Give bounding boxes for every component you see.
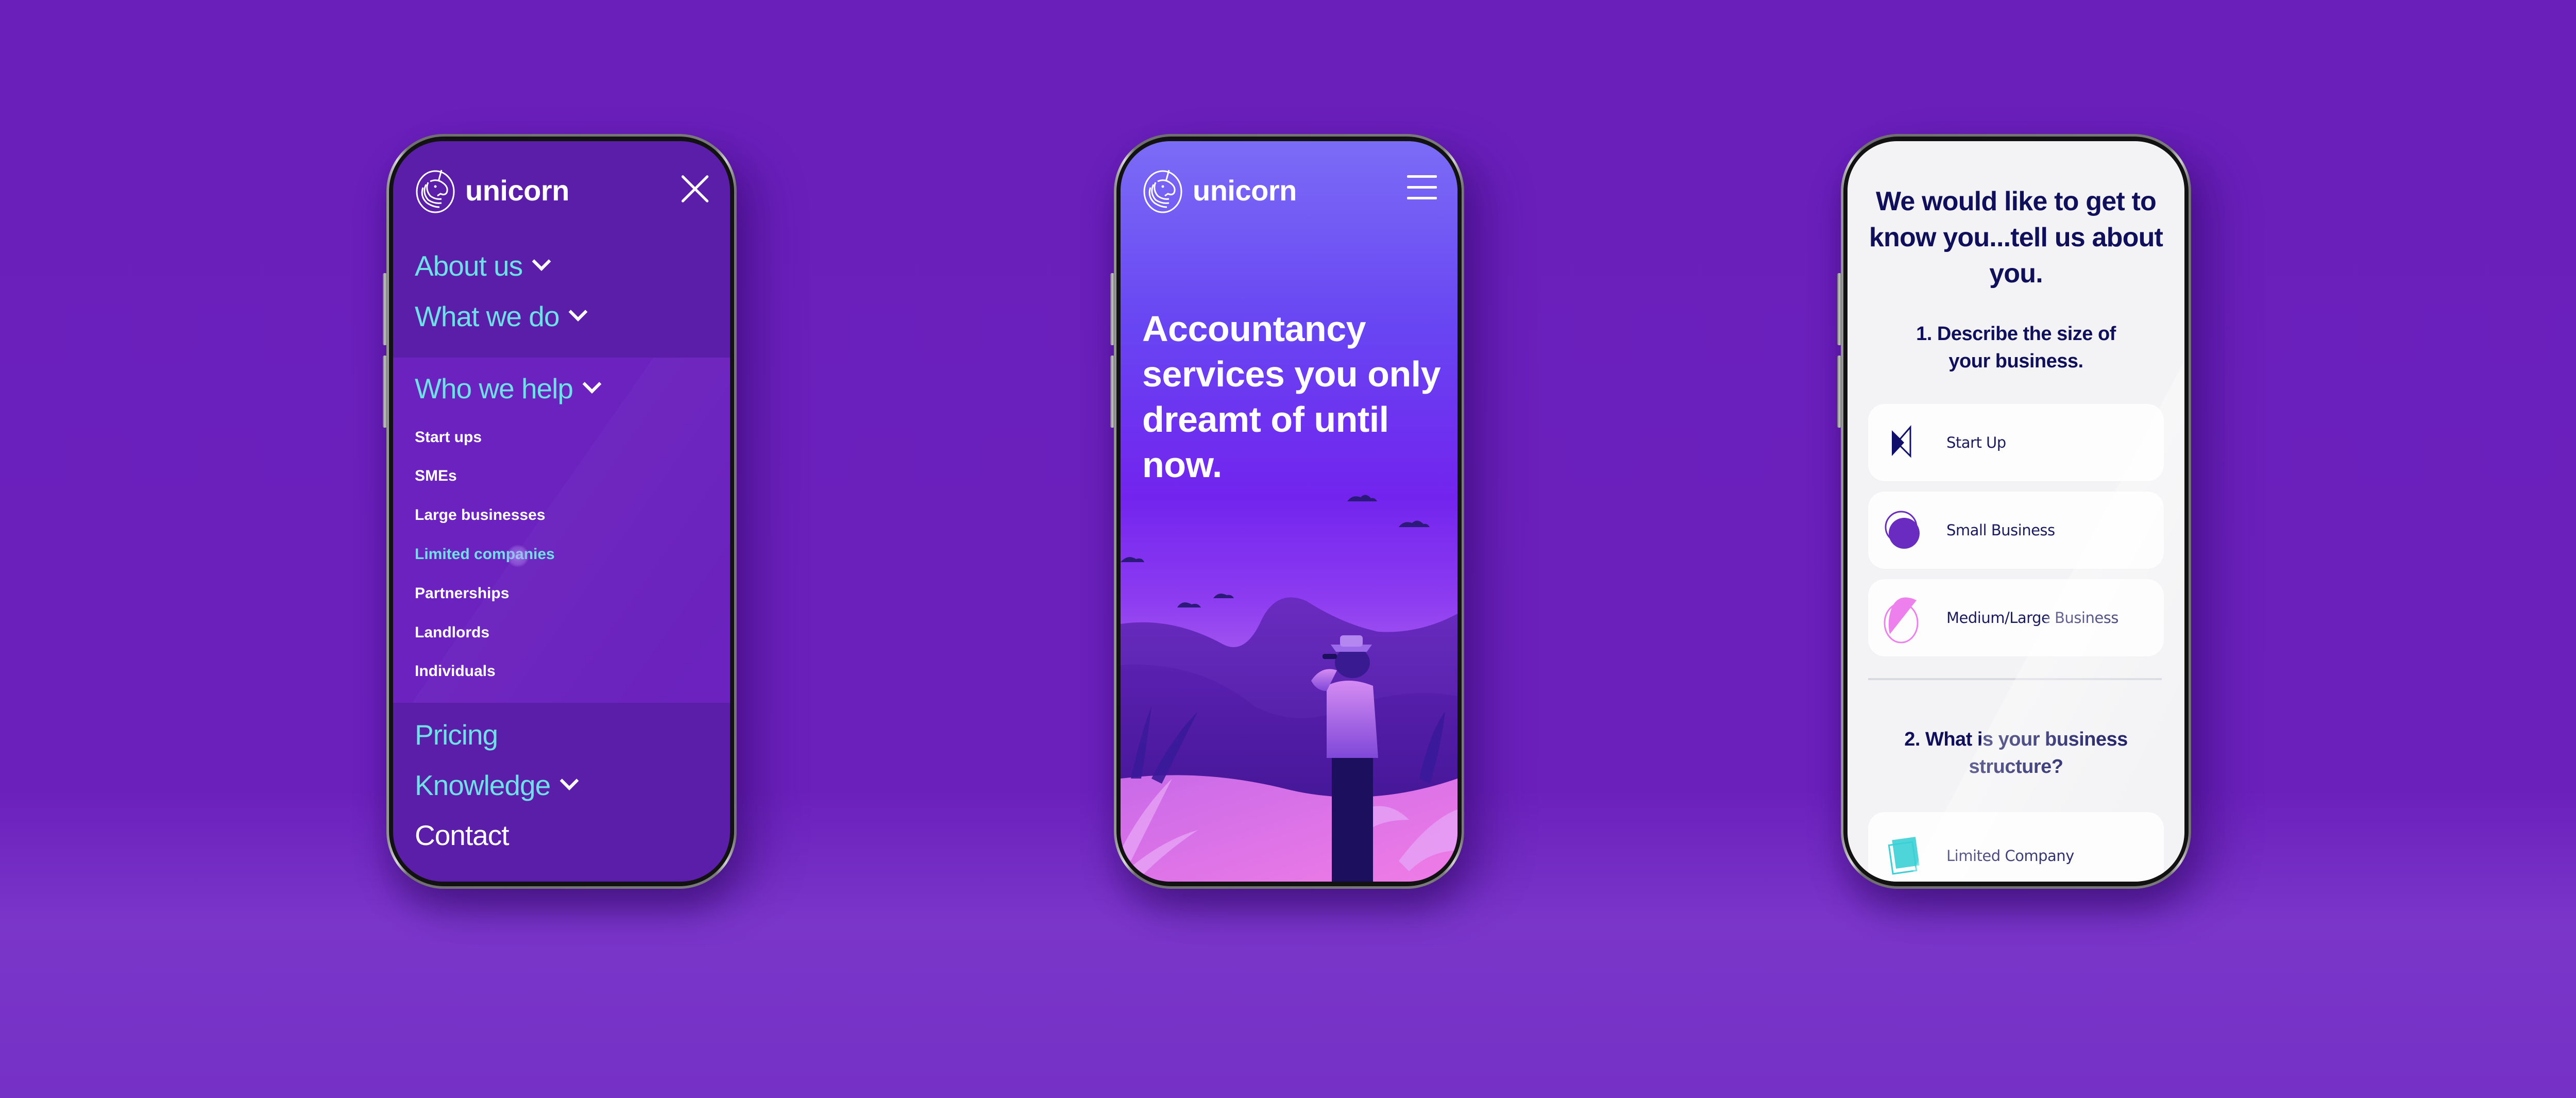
submenu-start-ups[interactable]: Start ups [415,429,482,446]
nav-label: Knowledge [415,769,551,801]
option-label: Start Up [1946,434,2006,451]
side-button [1110,273,1114,345]
menu-button[interactable] [1407,175,1437,200]
hero-illustration [1121,495,1458,882]
chevron-down-icon [560,771,579,790]
nav-what-we-do[interactable]: What we do [415,300,588,333]
hero-headline: Accountancy services you only dreamt of … [1142,309,1441,485]
nav-pricing[interactable]: Pricing [415,718,498,751]
option-limited-company[interactable]: Limited Company [1868,812,2164,882]
section-divider [1868,678,2162,680]
menu-screen: unicorn About us What we do Who we help … [393,141,730,882]
who-we-help-section: Who we help Start ups SMEs Large busines… [393,358,730,703]
close-menu-button[interactable] [680,173,710,204]
submenu-smes[interactable]: SMEs [415,467,457,485]
chevron-down-icon [532,252,551,271]
side-button [1110,356,1114,428]
option-label: Limited Company [1946,847,2074,865]
tap-indicator [506,545,529,567]
hamburger-icon [1407,197,1437,199]
option-label: Small Business [1946,521,2055,539]
nav-label: Contact [415,819,510,851]
option-medium-large-business[interactable]: Medium/Large Business [1868,579,2164,656]
phone-menu-mockup: unicorn About us What we do Who we help … [383,134,737,889]
nav-label: Pricing [415,719,498,751]
stacked-squares-icon [1888,837,1920,875]
question-1-title: 1. Describe the size of your business. [1916,323,2116,372]
submenu-partnerships[interactable]: Partnerships [415,585,509,602]
nav-label: Who we help [415,373,573,404]
question-2-title: 2. What is your business structure? [1904,729,2128,778]
submenu-landlords[interactable]: Landlords [415,624,489,641]
chevron-down-icon [582,375,602,394]
hero-screen: unicorn Accountancy services you only dr… [1121,141,1458,882]
cloud-icon [1121,495,1430,607]
overlapping-circles-icon [1885,511,1920,549]
bowtie-triangle-icon [1892,425,1911,458]
option-start-up[interactable]: Start Up [1868,404,2164,481]
half-circle-icon [1884,597,1919,644]
nav-who-we-help[interactable]: Who we help [415,372,602,405]
brand-logo[interactable]: unicorn [415,166,569,214]
submenu-large-businesses[interactable]: Large businesses [415,506,545,524]
phone-form-mockup: We would like to get to know you...tell … [1837,134,2191,889]
side-button [1837,273,1841,345]
hamburger-icon [1407,175,1437,178]
side-button [1837,356,1841,428]
nav-label: What we do [415,300,560,332]
submenu-individuals[interactable]: Individuals [415,663,496,680]
hamburger-icon [1407,186,1437,189]
chevron-down-icon [569,302,588,322]
nav-about-us[interactable]: About us [415,249,551,282]
nav-label: About us [415,250,523,282]
unicorn-logo-icon [1143,170,1182,213]
phone-hero-mockup: unicorn Accountancy services you only dr… [1110,134,1464,889]
submenu-limited-companies[interactable]: Limited companies [415,546,555,563]
brand-wordmark: unicorn [465,174,569,207]
side-button [383,273,387,345]
form-screen: We would like to get to know you...tell … [1848,141,2184,882]
form-title: We would like to get to know you...tell … [1869,187,2163,289]
side-button [383,356,387,428]
option-small-business[interactable]: Small Business [1868,492,2164,569]
nav-knowledge[interactable]: Knowledge [415,769,579,802]
brand-wordmark: unicorn [1193,174,1297,207]
brand-logo[interactable]: unicorn [1142,166,1297,214]
option-label: Medium/Large Business [1946,609,2119,627]
unicorn-logo-icon [416,170,455,213]
nav-contact[interactable]: Contact [415,819,510,852]
